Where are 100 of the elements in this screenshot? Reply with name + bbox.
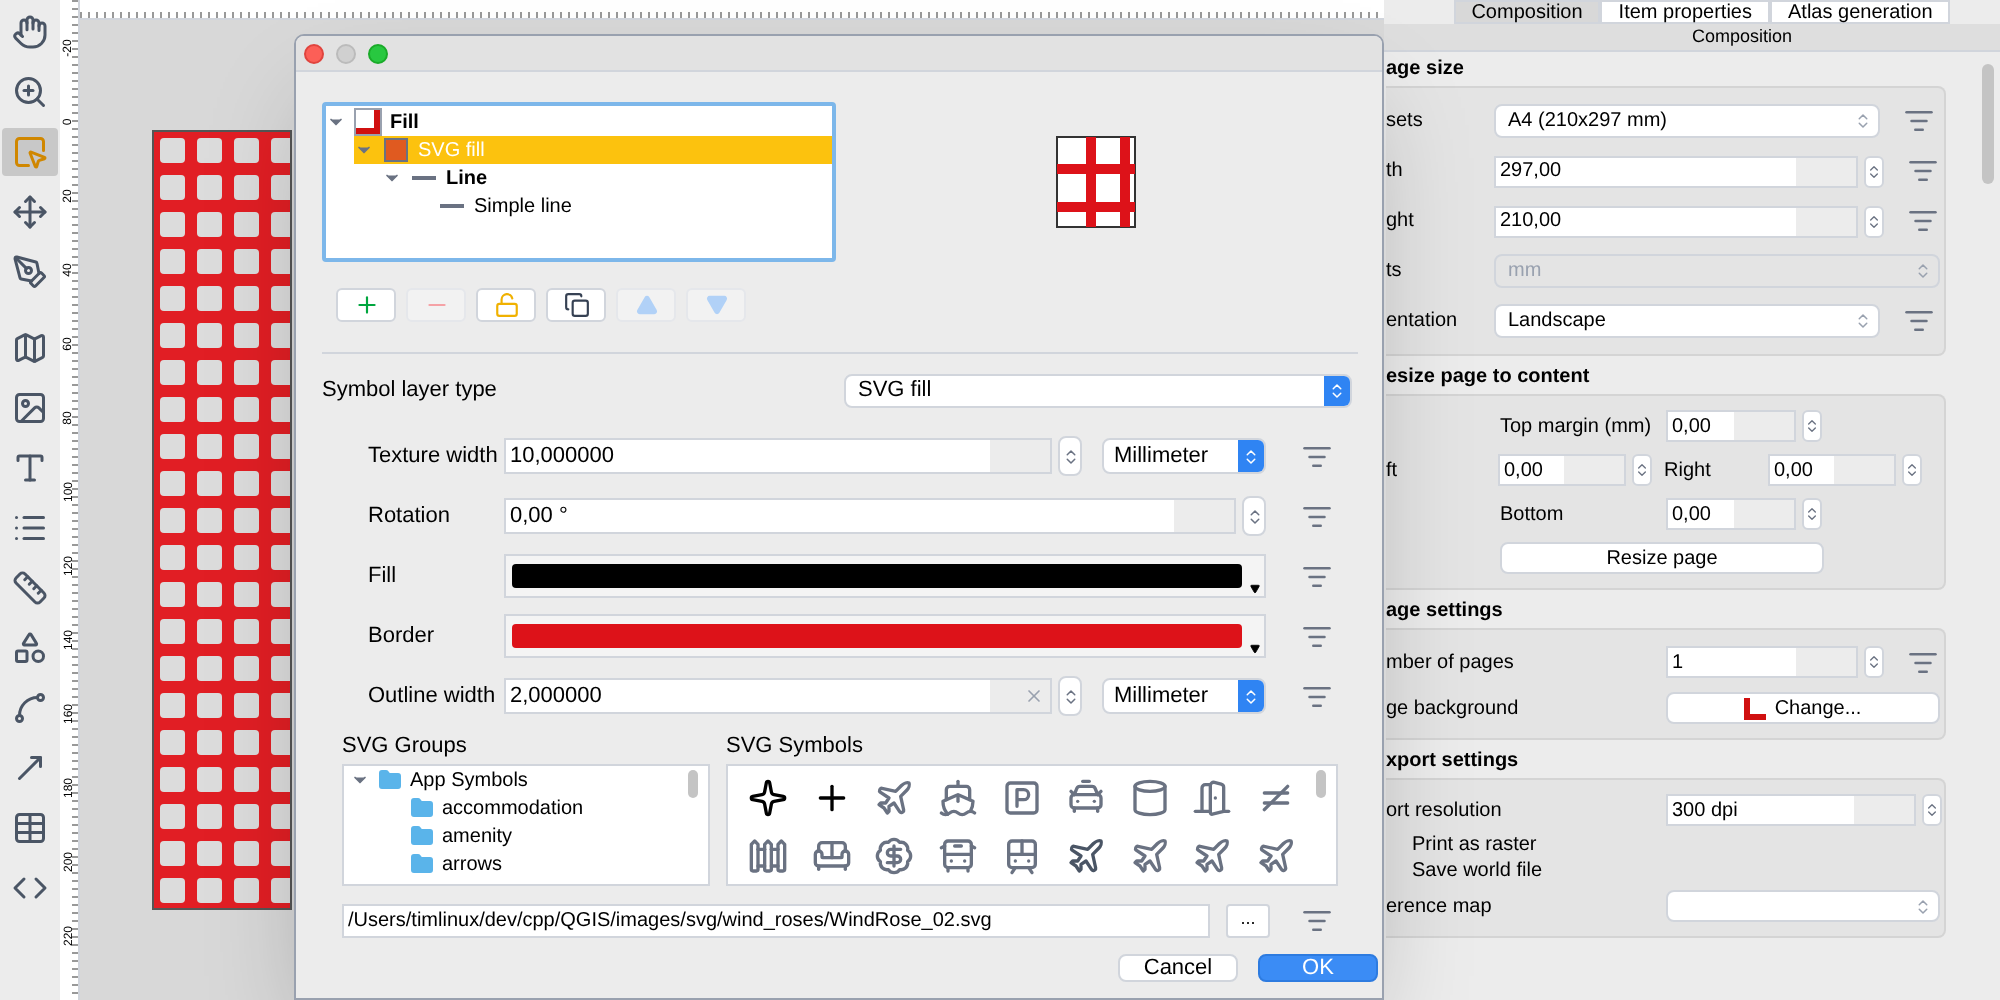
- tree-item[interactable]: App Symbols: [344, 766, 708, 794]
- unit-dropdown[interactable]: Millimeter: [1102, 438, 1266, 474]
- tree-item-label: Fill: [390, 109, 419, 137]
- bus-icon: [938, 835, 979, 875]
- list-icon: [1907, 156, 1937, 186]
- list-icon: [1903, 106, 1933, 136]
- folder-icon: [410, 852, 434, 876]
- close-button[interactable]: [304, 43, 324, 63]
- spin-buttons[interactable]: [1802, 498, 1822, 530]
- layer-button[interactable]: [546, 288, 606, 322]
- field-label: mber of pages: [1386, 649, 1516, 677]
- tree-item[interactable]: amenity: [344, 822, 708, 850]
- scrollbar: [1982, 64, 1994, 184]
- checkbox-label[interactable]: Save world file: [1386, 856, 1543, 886]
- section-title: age size: [1386, 56, 1466, 84]
- property-label: Fill: [368, 561, 399, 592]
- spin-buttons[interactable]: [1864, 205, 1884, 237]
- tree-item[interactable]: Fill: [326, 108, 832, 136]
- color-button[interactable]: [504, 614, 1266, 658]
- number-field[interactable]: 10,000000: [504, 438, 1052, 474]
- panel-tab[interactable]: Composition: [1453, 0, 1601, 24]
- color-button[interactable]: [504, 554, 1266, 598]
- up-down-icon: [1924, 802, 1940, 818]
- spin-buttons[interactable]: [1802, 410, 1822, 442]
- field-value: 0,00: [1774, 457, 1815, 485]
- add-polyline-icon: [12, 690, 48, 726]
- number-field[interactable]: 297,00: [1494, 155, 1858, 187]
- spin-buttons[interactable]: [1864, 155, 1884, 187]
- property-label: Texture width: [368, 441, 500, 472]
- number-field[interactable]: 210,00: [1494, 205, 1858, 237]
- spin-buttons[interactable]: [1922, 794, 1942, 826]
- field-label: ge background: [1386, 695, 1521, 723]
- dropdown[interactable]: Landscape: [1494, 304, 1880, 338]
- field-label: th: [1386, 158, 1405, 186]
- dropdown[interactable]: A4 (210x297 mm): [1494, 104, 1880, 138]
- field-label: Right: [1664, 457, 1713, 485]
- tree-item-label: Line: [446, 165, 488, 193]
- number-field[interactable]: 0,00 °: [504, 498, 1236, 534]
- up-down-icon: [1914, 897, 1932, 915]
- list-icon: [1301, 561, 1331, 591]
- field-label: Top margin (mm): [1500, 413, 1654, 441]
- field-label: Bottom: [1500, 501, 1566, 529]
- folder-icon: [378, 768, 402, 792]
- tram-icon: [1001, 835, 1042, 875]
- list-icon: [1301, 441, 1331, 471]
- up-down-icon: [1804, 506, 1820, 522]
- unit-dropdown[interactable]: Millimeter: [1102, 678, 1266, 714]
- hand-icon: [12, 14, 48, 50]
- line-icon: [412, 176, 436, 180]
- resize-page-button[interactable]: Resize page: [1500, 542, 1824, 574]
- scrollbar: [1316, 770, 1326, 798]
- panel-tab[interactable]: Item properties: [1600, 0, 1770, 24]
- plane-icon: [1256, 835, 1297, 875]
- up-down-icon: [1804, 418, 1820, 434]
- add-legend-icon: [12, 510, 48, 546]
- list-icon: [1301, 905, 1331, 935]
- up-down-icon: [1854, 112, 1872, 130]
- field-label: sets: [1386, 108, 1425, 136]
- add-table-icon: [12, 810, 48, 846]
- panel-tab[interactable]: Atlas generation: [1770, 0, 1951, 24]
- tree-item-label: SVG fill: [418, 137, 485, 165]
- property-label: Rotation: [368, 501, 452, 532]
- number-field[interactable]: 300 dpi: [1666, 794, 1916, 826]
- spin-buttons[interactable]: [1902, 454, 1922, 486]
- list-icon: [1907, 647, 1937, 677]
- number-field[interactable]: 0,00: [1666, 498, 1796, 530]
- number-field[interactable]: 0,00: [1768, 454, 1896, 486]
- ship-icon: [938, 778, 979, 818]
- fill-symbol-icon: [356, 110, 380, 134]
- add-label-icon: [12, 450, 48, 486]
- number-field[interactable]: 1: [1666, 646, 1858, 678]
- number-field[interactable]: 0,00: [1666, 410, 1796, 442]
- spin-buttons[interactable]: [1864, 646, 1884, 678]
- layer-type-dropdown[interactable]: SVG fill: [844, 374, 1352, 408]
- field-value: 10,000000: [510, 441, 616, 472]
- property-label: Outline width: [368, 681, 498, 712]
- tree-item[interactable]: Line: [382, 164, 832, 192]
- svg-path-field[interactable]: /Users/timlinux/dev/cpp/QGIS/images/svg/wind_roses/WindRose_02.svg: [342, 903, 1210, 937]
- browse-button[interactable]: ...: [1226, 903, 1270, 937]
- up-down-icon: [1245, 507, 1263, 525]
- dialog-button[interactable]: Cancel: [1118, 954, 1238, 982]
- checkbox-label[interactable]: Print as raster: [1386, 830, 1537, 860]
- select-icon: [12, 134, 48, 170]
- up-down-icon: [1328, 382, 1346, 400]
- spin-buttons[interactable]: [1632, 454, 1652, 486]
- plane-icon: [1065, 835, 1106, 875]
- scrollbar: [688, 770, 698, 798]
- add-scalebar-icon: [12, 570, 48, 606]
- number-field[interactable]: 0,00: [1498, 454, 1626, 486]
- up-down-icon: [1242, 687, 1260, 705]
- up-down-icon: [1061, 447, 1079, 465]
- tree-item[interactable]: Simple line: [410, 192, 832, 220]
- up-down-icon: [1866, 213, 1882, 229]
- tree-item[interactable]: arrows: [344, 850, 708, 878]
- list-heading: SVG Groups: [342, 732, 469, 758]
- field-value: 0,00: [1672, 413, 1713, 441]
- list-icon: [1301, 681, 1331, 711]
- list-icon: [1301, 501, 1331, 531]
- tree-item[interactable]: accommodation: [344, 794, 708, 822]
- change-background-button[interactable]: Change...: [1666, 692, 1940, 724]
